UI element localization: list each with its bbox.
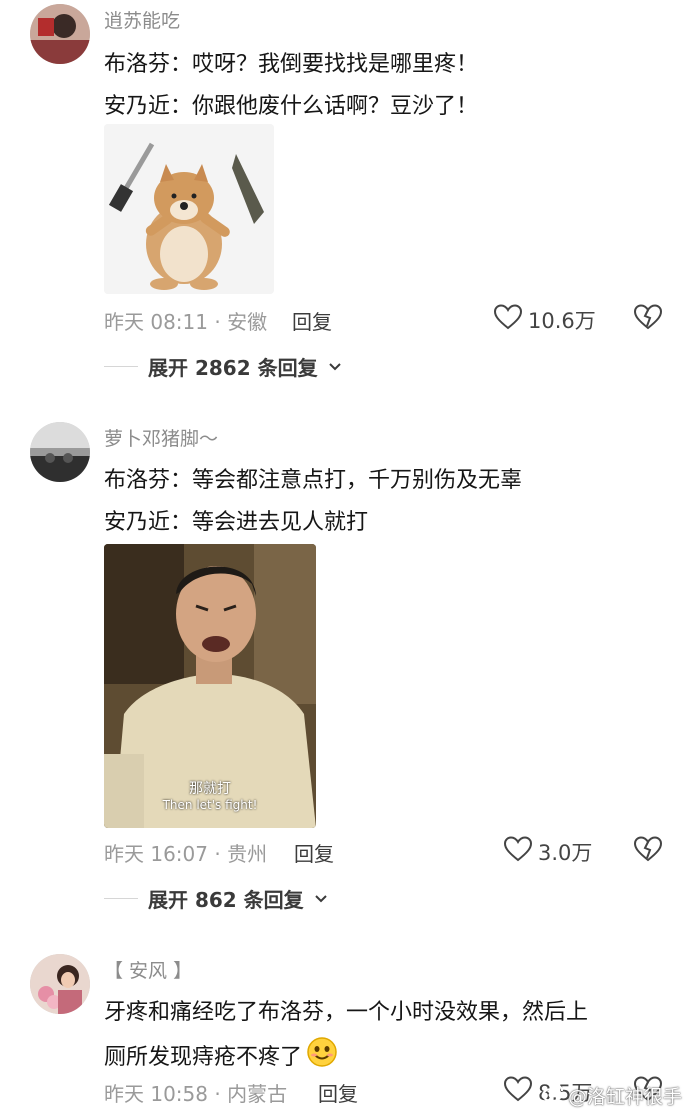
avatar[interactable] <box>30 954 90 1014</box>
username[interactable]: 【 安风 】 <box>104 956 192 983</box>
reply-button[interactable]: 回复 <box>294 838 334 867</box>
chevron-down-icon <box>314 889 328 908</box>
like-count: 10.6万 <box>528 308 596 333</box>
comment-meta: 昨天 16:07 · 贵州 <box>104 842 268 866</box>
weibo-logo-icon <box>541 1084 564 1107</box>
comment-text-segment: 厕所发现痔疮不疼了 <box>104 1045 303 1070</box>
avatar[interactable] <box>30 4 90 64</box>
comment-2: 萝卜邓猪脚～ 布洛芬：等会都注意点打，千万别伤及无辜 安乃近：等会进去见人就打 … <box>0 410 690 920</box>
dislike-button[interactable] <box>633 304 663 334</box>
comment-text-line: 布洛芬：等会都注意点打，千万别伤及无辜 <box>104 468 523 493</box>
broken-heart-icon <box>633 836 663 866</box>
comment-meta: 昨天 10:58 · 内蒙古 <box>104 1082 288 1106</box>
subtitle-chinese: 那就打 <box>189 781 231 797</box>
comment-text-line: 厕所发现痔疮不疼了 <box>104 1036 338 1074</box>
comment-meta: 昨天 08:11 · 安徽 <box>104 310 268 334</box>
reply-button[interactable]: 回复 <box>318 1078 358 1107</box>
chevron-down-icon <box>328 357 342 376</box>
expand-replies-button[interactable]: 展开 2862 条回复 <box>104 352 342 381</box>
divider <box>104 366 138 367</box>
like-count: 3.0万 <box>538 840 593 865</box>
comment-text-line: 安乃近：等会进去见人就打 <box>104 510 369 535</box>
username[interactable]: 逍苏能吃 <box>104 6 180 33</box>
subtitle-english: Then let's fight! <box>162 798 258 812</box>
avatar[interactable] <box>30 422 90 482</box>
comment-video-frame[interactable]: 那就打 Then let's fight! <box>104 544 316 828</box>
comment-text-line: 布洛芬：哎呀？我倒要找找是哪里疼！ <box>104 52 479 77</box>
watermark-text: @洛缸神很手 <box>567 1086 682 1108</box>
comment-text-line: 安乃近：你跟他废什么话啊？豆沙了！ <box>104 94 479 119</box>
expand-replies-label: 展开 2862 条回复 <box>148 356 318 380</box>
dislike-button[interactable] <box>633 836 663 866</box>
comment-text-line: 牙疼和痛经吃了布洛芬，一个小时没效果，然后上 <box>104 1000 589 1025</box>
comment-1: 逍苏能吃 布洛芬：哎呀？我倒要找找是哪里疼！ 安乃近：你跟他废什么话啊？豆沙了！… <box>0 0 690 400</box>
expand-replies-label: 展开 862 条回复 <box>148 888 304 912</box>
username[interactable]: 萝卜邓猪脚～ <box>104 424 218 451</box>
comment-sticker-image[interactable] <box>104 124 274 294</box>
divider <box>104 898 138 899</box>
like-button[interactable]: 10.6万 <box>493 304 596 335</box>
weibo-watermark: @洛缸神很手 <box>541 1082 682 1109</box>
heart-icon <box>503 836 533 867</box>
reply-button[interactable]: 回复 <box>292 306 332 335</box>
heart-icon <box>503 1076 533 1107</box>
heart-icon <box>493 304 523 335</box>
smile-emoji-icon <box>306 1036 338 1074</box>
expand-replies-button[interactable]: 展开 862 条回复 <box>104 884 328 913</box>
like-button[interactable]: 3.0万 <box>503 836 593 867</box>
broken-heart-icon <box>633 304 663 334</box>
